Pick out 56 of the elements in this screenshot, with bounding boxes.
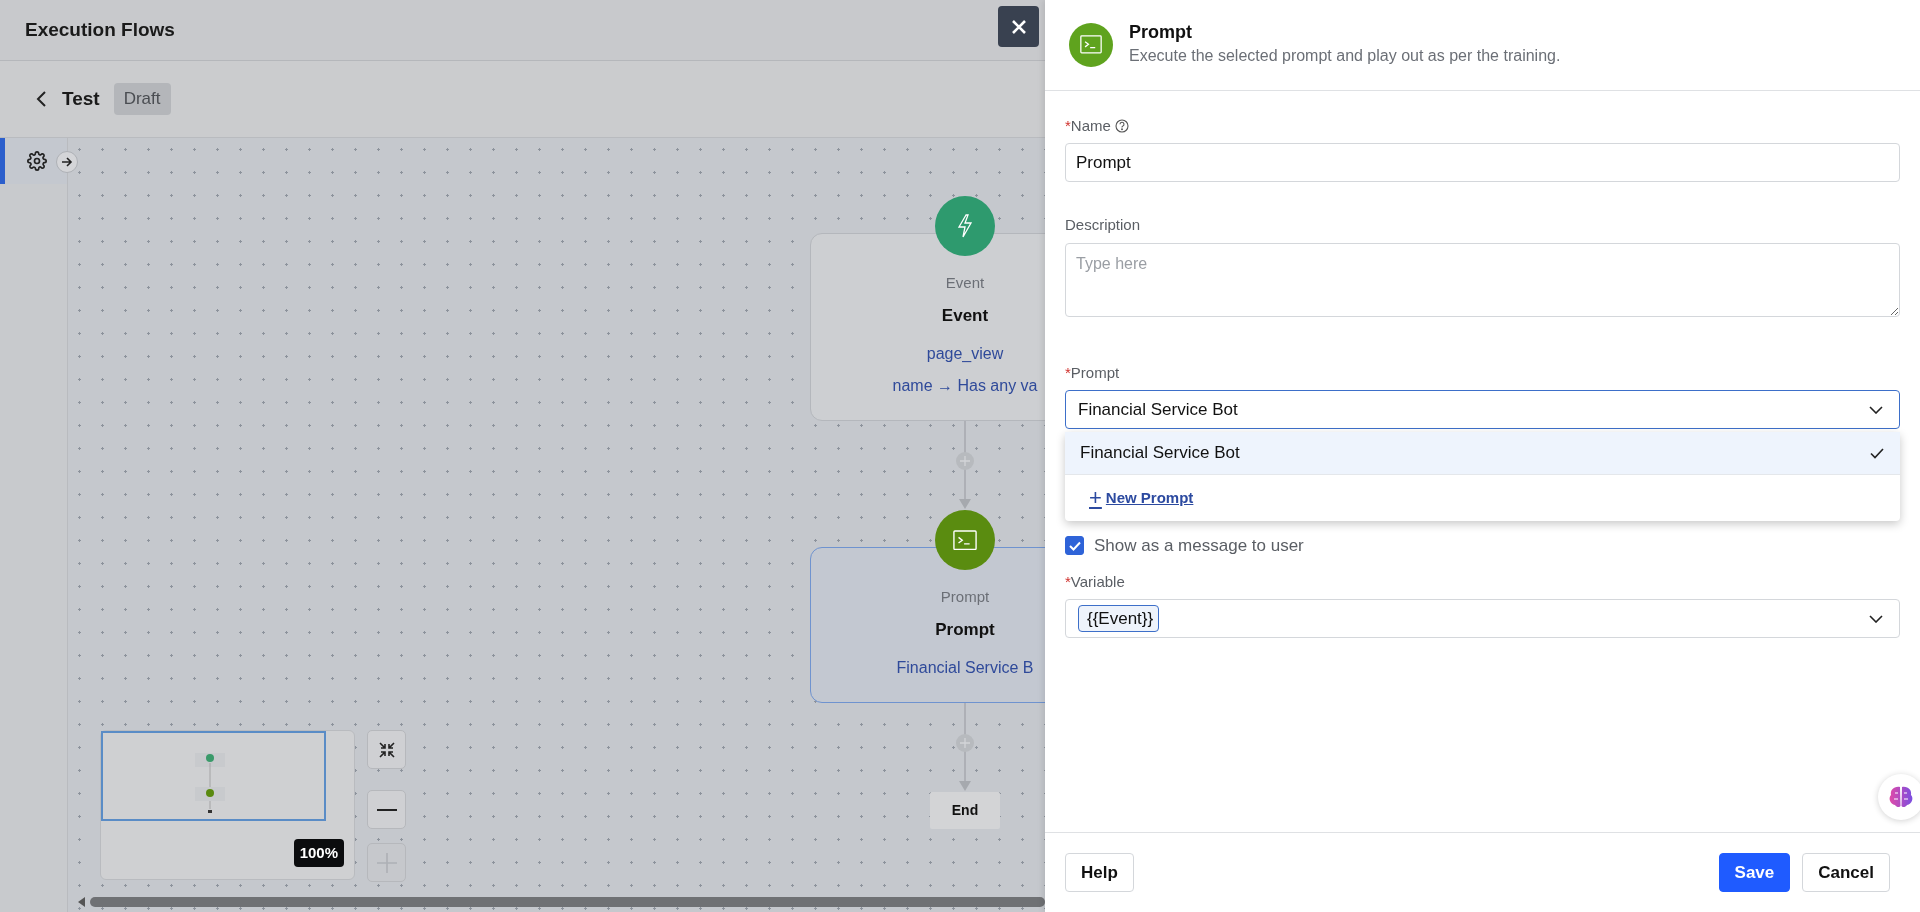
field-label: *Variable — [1065, 571, 1125, 592]
arrow-right-icon — [61, 157, 73, 167]
app-title: Execution Flows — [25, 17, 175, 42]
checkbox-label: Show as a message to user — [1094, 535, 1304, 558]
lightning-icon — [957, 214, 973, 238]
node-type: Event — [945, 273, 985, 293]
panel-subtitle: Execute the selected prompt and play out as per the training. — [1129, 45, 1561, 66]
minus-icon — [376, 807, 397, 812]
node-detail: Financial Service B — [896, 658, 1034, 678]
variable-tag: {{Event}} — [1078, 604, 1160, 633]
sidebar-item[interactable] — [0, 138, 67, 184]
check-icon — [1870, 447, 1884, 459]
node-condition: name → Has any va — [892, 376, 1038, 396]
terminal-icon — [953, 529, 977, 551]
terminal-icon — [1080, 35, 1102, 55]
save-button[interactable]: Save — [1718, 853, 1791, 892]
zoom-level: 100% — [293, 838, 344, 867]
prompt-dropdown[interactable]: Financial Service Bot — [1065, 390, 1900, 430]
minimap-drawing — [195, 753, 225, 813]
chevron-down-icon — [1869, 614, 1883, 623]
fit-view-button[interactable] — [367, 730, 406, 769]
name-field[interactable]: Prompt — [1065, 143, 1900, 183]
help-icon[interactable] — [1114, 118, 1129, 133]
new-prompt-link[interactable]: + New Prompt — [1089, 486, 1194, 510]
node-card[interactable]: Event Event page_view name → Has any va — [810, 233, 1045, 421]
zoom-out-button[interactable] — [367, 790, 406, 829]
assistant-button[interactable] — [1878, 774, 1920, 820]
node-card[interactable]: Prompt Prompt Financial Service B — [810, 547, 1045, 703]
end-node: End — [929, 792, 1001, 829]
brain-icon — [1888, 785, 1914, 809]
horizontal-scrollbar[interactable] — [90, 897, 1045, 907]
node-detail: page_view — [926, 344, 1004, 364]
panel-title: Prompt — [1129, 22, 1193, 44]
settings-icon[interactable] — [27, 151, 47, 171]
field-label: *Prompt — [1065, 362, 1120, 383]
close-button[interactable] — [998, 6, 1039, 47]
scroll-left-icon[interactable] — [78, 897, 86, 907]
dropdown-option[interactable]: Financial Service Bot — [1065, 432, 1900, 476]
description-field[interactable]: Type here — [1065, 242, 1900, 317]
flow-name: Test — [62, 86, 100, 111]
node-title: Event — [941, 304, 989, 327]
chevron-down-icon — [1869, 405, 1883, 414]
field-label: *Name — [1065, 115, 1111, 136]
node-type: Prompt — [940, 587, 990, 607]
action-button[interactable]: Help — [1065, 853, 1134, 892]
variable-dropdown[interactable]: {{Event}} — [1065, 599, 1900, 639]
checkbox[interactable] — [1065, 536, 1084, 556]
close-icon — [1011, 19, 1026, 34]
collapse-arrows-icon — [377, 740, 396, 759]
field-label: Description — [1065, 215, 1141, 236]
plus-icon — [376, 852, 397, 873]
back-icon[interactable] — [36, 90, 48, 108]
node-title: Prompt — [935, 618, 995, 641]
status-badge: Draft — [113, 83, 171, 115]
check-icon — [1068, 540, 1081, 551]
action-button[interactable]: Cancel — [1802, 853, 1890, 892]
